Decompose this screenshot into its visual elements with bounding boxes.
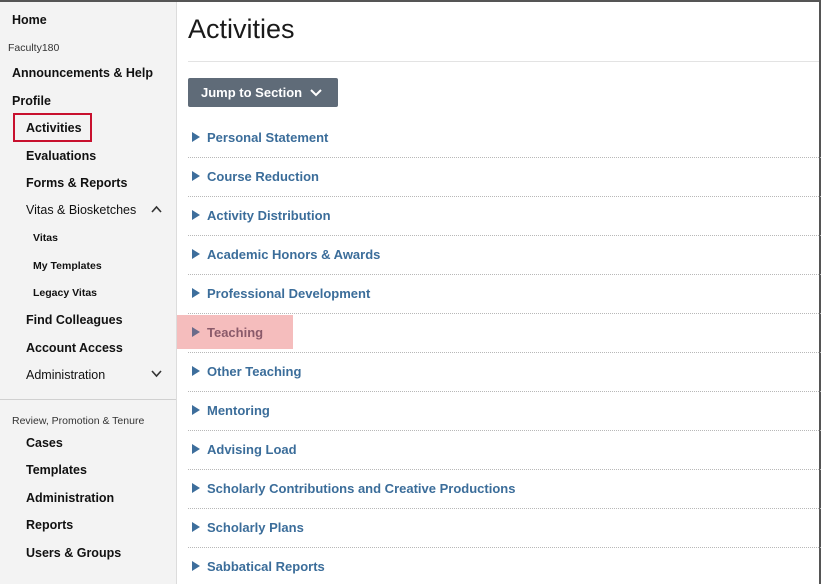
sidebar-item-legacy-vitas[interactable]: Legacy Vitas bbox=[33, 285, 97, 301]
section-label: Activity Distribution bbox=[207, 208, 331, 223]
sidebar-item-find-colleagues[interactable]: Find Colleagues bbox=[26, 312, 123, 328]
sidebar-item-rpt-administration[interactable]: Administration bbox=[26, 490, 114, 506]
sidebar-item-vitas-biosketches[interactable]: Vitas & Biosketches bbox=[26, 202, 176, 218]
title-divider bbox=[188, 61, 819, 62]
sidebar-item-cases[interactable]: Cases bbox=[26, 435, 63, 451]
expand-triangle-icon bbox=[192, 132, 200, 142]
section-professional-development[interactable]: Professional Development bbox=[188, 275, 821, 314]
section-sabbatical-reports[interactable]: Sabbatical Reports bbox=[188, 548, 821, 587]
sidebar-item-account-access[interactable]: Account Access bbox=[26, 340, 123, 356]
expand-triangle-icon bbox=[192, 210, 200, 220]
section-label: Scholarly Plans bbox=[207, 520, 304, 535]
expand-triangle-icon bbox=[192, 405, 200, 415]
sidebar-home[interactable]: Home bbox=[12, 12, 47, 28]
section-label: Other Teaching bbox=[207, 364, 302, 379]
expand-triangle-icon bbox=[192, 444, 200, 454]
expand-triangle-icon bbox=[192, 288, 200, 298]
sidebar-item-evaluations[interactable]: Evaluations bbox=[26, 148, 96, 164]
section-academic-honors-awards[interactable]: Academic Honors & Awards bbox=[188, 236, 821, 275]
section-teaching[interactable]: Teaching bbox=[177, 314, 821, 353]
section-mentoring[interactable]: Mentoring bbox=[188, 392, 821, 431]
sidebar-divider bbox=[0, 399, 176, 400]
jump-to-section-button[interactable]: Jump to Section bbox=[188, 78, 338, 107]
expand-triangle-icon bbox=[192, 483, 200, 493]
section-label: Academic Honors & Awards bbox=[207, 247, 381, 262]
section-scholarly-plans[interactable]: Scholarly Plans bbox=[188, 509, 821, 548]
sidebar-item-my-templates[interactable]: My Templates bbox=[33, 258, 102, 274]
section-activity-distribution[interactable]: Activity Distribution bbox=[188, 197, 821, 236]
section-other-teaching[interactable]: Other Teaching bbox=[188, 353, 821, 392]
sidebar-item-administration[interactable]: Administration bbox=[26, 367, 176, 383]
sidebar-item-templates[interactable]: Templates bbox=[26, 462, 87, 478]
section-label: Professional Development bbox=[207, 286, 371, 301]
sidebar-item-label: Administration bbox=[26, 368, 106, 382]
expand-triangle-icon bbox=[192, 522, 200, 532]
chevron-down-icon[interactable] bbox=[151, 367, 162, 383]
chevron-up-icon[interactable] bbox=[151, 202, 162, 218]
sidebar-item-profile[interactable]: Profile bbox=[12, 93, 51, 109]
section-personal-statement[interactable]: Personal Statement bbox=[188, 119, 821, 158]
sidebar-item-announcements[interactable]: Announcements & Help bbox=[12, 65, 153, 81]
expand-triangle-icon bbox=[192, 327, 200, 337]
section-advising-load[interactable]: Advising Load bbox=[188, 431, 821, 470]
sidebar-item-reports[interactable]: Reports bbox=[26, 517, 73, 533]
sidebar-item-users-groups[interactable]: Users & Groups bbox=[26, 545, 121, 561]
active-item-outline bbox=[13, 113, 92, 142]
section-label: Mentoring bbox=[207, 403, 270, 418]
expand-triangle-icon bbox=[192, 366, 200, 376]
sidebar-section-faculty180: Faculty180 bbox=[8, 42, 60, 54]
expand-triangle-icon bbox=[192, 249, 200, 259]
section-label: Teaching bbox=[207, 325, 264, 340]
jump-to-section-label: Jump to Section bbox=[201, 85, 303, 100]
section-label: Course Reduction bbox=[207, 169, 319, 184]
sidebar-section-rpt: Review, Promotion & Tenure bbox=[12, 415, 145, 427]
section-course-reduction[interactable]: Course Reduction bbox=[188, 158, 821, 197]
chevron-down-icon bbox=[310, 88, 322, 96]
section-scholarly-contributions[interactable]: Scholarly Contributions and Creative Pro… bbox=[188, 470, 821, 509]
section-label: Advising Load bbox=[207, 442, 297, 457]
sidebar: Home Faculty180 Announcements & Help Pro… bbox=[0, 2, 177, 584]
sidebar-item-forms-reports[interactable]: Forms & Reports bbox=[26, 175, 127, 191]
section-label: Sabbatical Reports bbox=[207, 559, 325, 574]
sidebar-item-label: Vitas & Biosketches bbox=[26, 203, 137, 217]
section-label: Scholarly Contributions and Creative Pro… bbox=[207, 481, 516, 496]
expand-triangle-icon bbox=[192, 561, 200, 571]
sidebar-item-vitas[interactable]: Vitas bbox=[33, 230, 58, 246]
expand-triangle-icon bbox=[192, 171, 200, 181]
page-title: Activities bbox=[188, 14, 295, 44]
section-label: Personal Statement bbox=[207, 130, 329, 145]
